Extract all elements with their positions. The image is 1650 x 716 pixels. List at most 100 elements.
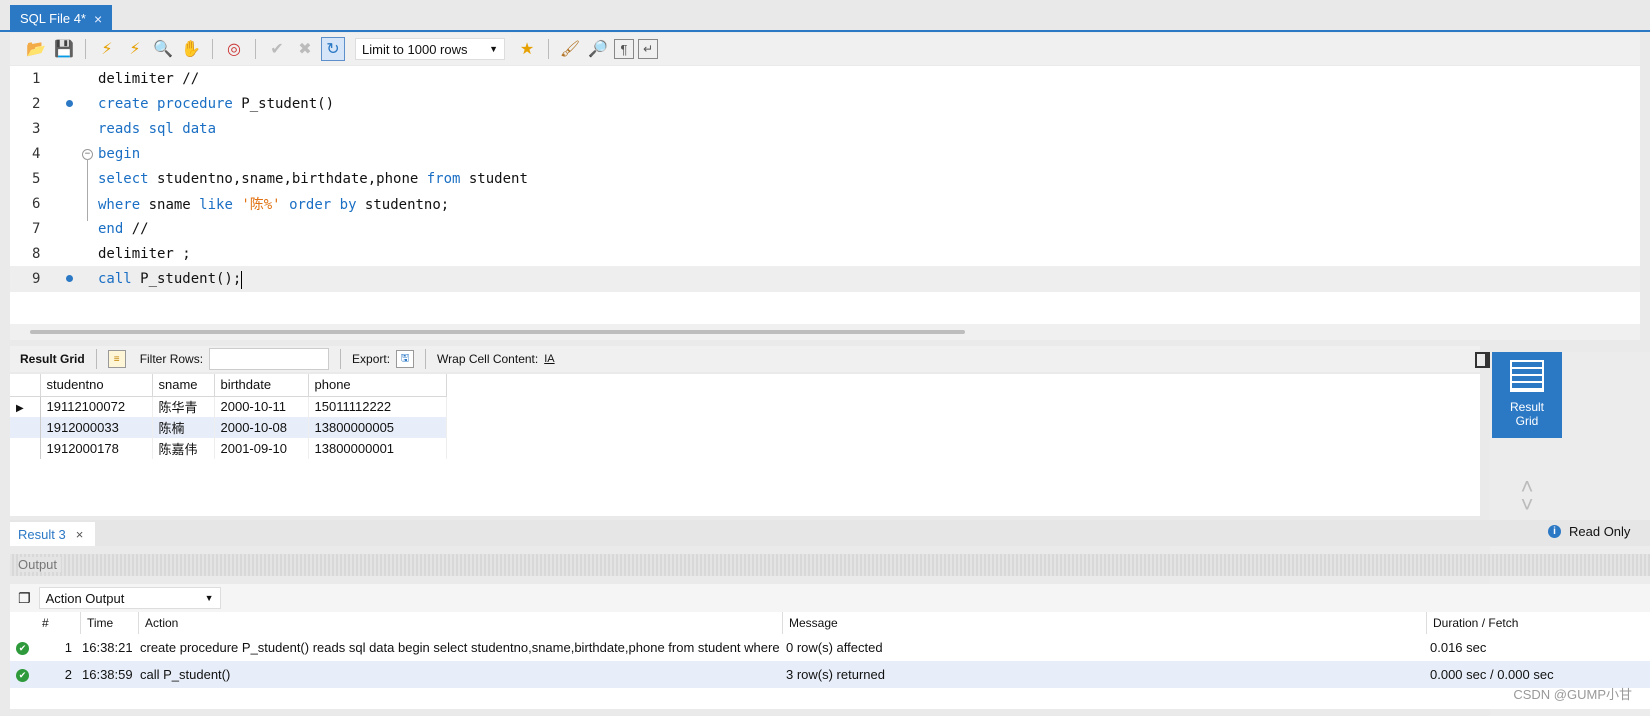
add-snippet-icon[interactable]: ★ [515,37,539,61]
output-message: 0 row(s) affected [786,640,883,655]
open-folder-icon[interactable]: 📂 [24,37,48,61]
copy-icon[interactable]: ❐ [18,590,31,607]
code-line[interactable]: 2 create procedure P_student() [10,91,1640,117]
column-header-sname[interactable]: sname [152,374,215,397]
autocommit-icon[interactable]: ↻ [321,37,345,61]
editor-toolbar: 📂 💾 ⚡ ⚡ 🔍 ✋ ◎ ✔ ✖ ↻ Limit to 1000 rows ▼… [10,33,1640,65]
stop-icon[interactable]: ✋ [179,37,203,61]
code-text: delimiter ; [98,246,191,262]
output-row[interactable]: ✔ 1 16:38:21 create procedure P_student() r… [10,634,1650,661]
cell-phone[interactable]: 13800000001 [308,438,447,459]
line-number: 4 [32,146,41,162]
sql-token: studentno,sname,birthdate,phone [148,171,427,187]
code-line[interactable]: 1 delimiter // [10,66,1640,92]
sql-keyword: end [98,221,124,237]
sql-token: studentno; [356,197,450,213]
row-selector[interactable]: ▶ [10,396,41,417]
cell-studentno[interactable]: 1912000033 [40,417,153,438]
col-num: # [42,616,49,630]
save-icon[interactable]: 💾 [52,37,76,61]
close-icon[interactable]: × [94,11,102,27]
cell-studentno[interactable]: 1912000178 [40,438,153,459]
code-line[interactable]: 8 delimiter ; [10,241,1640,267]
column-header-phone[interactable]: phone [308,374,447,397]
scroll-arrows-icon[interactable]: ˄ ˅ [1512,476,1542,516]
sql-editor[interactable]: 1 delimiter // 2 create procedure P_student… [10,66,1640,324]
code-line[interactable]: 4 − begin [10,141,1640,167]
scrollbar-thumb[interactable] [30,330,965,334]
toolbar-divider [212,39,213,59]
fold-guide [87,159,88,221]
code-line[interactable]: 7 end // [10,216,1640,242]
table-row[interactable]: 1912000033 陈楠 2000-10-08 13800000005 [10,417,447,438]
limit-rows-select[interactable]: Limit to 1000 rows ▼ [355,38,505,60]
watermark: CSDN @GUMP小甘 [1513,687,1632,702]
toggle-panel-icon[interactable] [1475,352,1491,368]
cell-phone[interactable]: 15011112222 [308,396,447,417]
row-selector[interactable] [10,438,41,459]
table-row[interactable]: 1912000178 陈嘉伟 2001-09-10 13800000001 [10,438,447,459]
grid-columns-icon[interactable]: ≡ [107,350,126,368]
line-number: 2 [32,96,41,112]
output-type-value: Action Output [45,590,125,606]
row-selector[interactable] [10,417,41,438]
chevron-down-icon: ▼ [489,44,498,54]
sql-keyword: begin [98,146,141,162]
tab-result-3[interactable]: Result 3 × [10,522,95,546]
code-line[interactable]: 3 reads sql data [10,116,1640,142]
table-row[interactable]: ▶ 19112100072 陈华青 2000-10-11 15011112222 [10,396,447,417]
output-table[interactable]: # Time Action Message Duration / Fetch ✔… [10,612,1650,709]
result-grid-side-label-1: Result [1509,400,1544,414]
sql-token: delimiter ; [98,246,191,262]
success-icon: ✔ [16,669,29,682]
close-icon[interactable]: × [76,527,84,542]
sql-token: P_student(); [131,271,242,287]
result-grid-label[interactable]: Result Grid [20,352,85,366]
invisible-chars-icon[interactable]: ¶ [614,39,634,59]
toolbar-divider [340,349,342,369]
find-icon[interactable]: 🔎 [586,37,610,61]
fold-icon[interactable]: − [82,148,93,160]
word-wrap-icon[interactable]: ↵ [638,39,658,59]
cell-birthdate[interactable]: 2000-10-11 [214,396,309,417]
execute-icon[interactable]: ⚡ [95,37,119,61]
execute-current-icon[interactable]: ⚡ [123,37,147,61]
cell-sname[interactable]: 陈楠 [152,417,215,438]
output-selector-bar: ❐ Action Output ▼ [10,584,1650,612]
text-caret [241,271,243,289]
output-row[interactable]: ✔ 2 16:38:59 call P_student() 3 row(s) retur… [10,661,1650,688]
cell-birthdate[interactable]: 2000-10-08 [214,417,309,438]
cell-studentno[interactable]: 19112100072 [40,396,153,417]
explain-icon[interactable]: 🔍 [151,37,175,61]
filter-rows-input[interactable] [209,348,330,370]
toolbar-divider [85,39,86,59]
output-header: Output [10,554,1650,576]
result-toolbar: Result Grid ≡ Filter Rows: Export: 🖫 Wra… [10,346,1480,372]
code-text: reads sql data [98,121,216,137]
tab-sql-file[interactable]: SQL File 4* × [10,5,113,32]
output-duration: 0.016 sec [1430,640,1487,655]
output-type-select[interactable]: Action Output ▼ [38,587,221,609]
code-line[interactable]: 6 where sname like '陈%' order by studentn… [10,191,1640,217]
beautify-icon[interactable]: 🖌 [558,37,582,61]
column-header-birthdate[interactable]: birthdate [214,374,309,397]
output-action: create procedure P_student() reads sql d… [140,640,780,655]
wrap-cell-icon[interactable]: IA [544,353,554,365]
commit-icon[interactable]: ✔ [265,37,289,61]
rollback-icon[interactable]: ✖ [293,37,317,61]
result-grid-side-button[interactable]: Result Grid [1492,352,1562,438]
column-header-studentno[interactable]: studentno [40,374,153,397]
horizontal-scrollbar[interactable] [10,324,1640,340]
cell-sname[interactable]: 陈嘉伟 [152,438,215,459]
export-icon[interactable]: 🖫 [396,350,415,368]
output-title: Output [18,557,62,572]
cell-sname[interactable]: 陈华青 [152,396,215,417]
cell-phone[interactable]: 13800000005 [308,417,447,438]
cell-birthdate[interactable]: 2001-09-10 [214,438,309,459]
result-grid[interactable]: studentno sname birthdate phone ▶ 1911210007… [10,374,1480,516]
code-line[interactable]: 5 select studentno,sname,birthdate,phone … [10,166,1640,192]
toggle-error-icon[interactable]: ◎ [222,37,246,61]
filter-rows-label: Filter Rows: [139,352,204,366]
sql-keyword: like [199,197,233,213]
code-line[interactable]: 9 call P_student(); [10,266,1640,292]
